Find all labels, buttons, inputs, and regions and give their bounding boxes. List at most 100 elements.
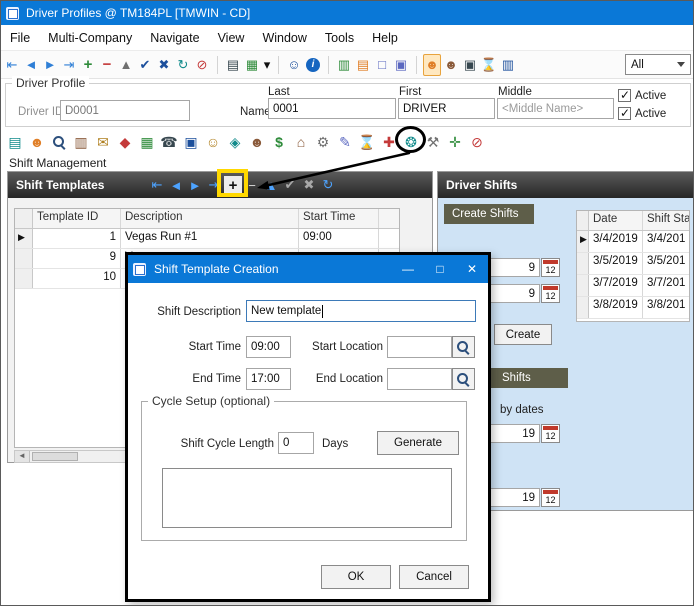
add-template-icon[interactable]: + [224, 176, 242, 194]
schedule-icon[interactable]: ▦ [137, 131, 157, 153]
phone-icon[interactable]: ☎ [159, 131, 179, 153]
menu-window[interactable]: Window [253, 25, 315, 51]
console-dropdown-icon[interactable]: ▾ [262, 54, 272, 76]
first-record-icon[interactable]: ⇤ [3, 54, 21, 76]
end-location-lookup-button[interactable] [452, 368, 475, 390]
cycle-length-field[interactable]: 0 [278, 432, 314, 454]
shift-description-field[interactable]: New template [246, 300, 476, 322]
shift-row[interactable]: 3/5/2019 3/5/201 [577, 253, 689, 275]
medical-icon[interactable]: ✚ [379, 131, 399, 153]
delete-template-icon[interactable]: − [243, 176, 261, 194]
minimize-icon[interactable]: — [392, 255, 424, 283]
by-dates-option[interactable]: by dates [500, 404, 543, 416]
payroll-icon[interactable]: $ [269, 131, 289, 153]
gem-icon[interactable]: ◈ [225, 131, 245, 153]
refresh-icon[interactable]: ↻ [319, 176, 337, 194]
next-record-icon[interactable]: ► [41, 54, 59, 76]
menu-tools[interactable]: Tools [316, 25, 363, 51]
users-icon[interactable]: ☻ [442, 54, 460, 76]
cycle-dates-listbox[interactable] [162, 468, 452, 528]
cascade-windows-icon[interactable]: ▣ [392, 54, 410, 76]
prev-record-icon[interactable]: ◄ [167, 176, 185, 194]
move-up-icon[interactable]: ▲ [117, 54, 135, 76]
first-record-icon[interactable]: ⇤ [148, 176, 166, 194]
shift-row[interactable]: 3/4/2019 3/4/201 [577, 231, 689, 253]
shift-template-icon[interactable]: ❂ [401, 131, 421, 153]
cancel-icon[interactable]: ✖ [300, 176, 318, 194]
start-location-lookup-button[interactable] [452, 336, 475, 358]
menu-view[interactable]: View [209, 25, 254, 51]
end-time-field[interactable]: 17:00 [246, 368, 291, 390]
menu-multi-company[interactable]: Multi-Company [39, 25, 141, 51]
cancel-icon[interactable]: ✖ [155, 54, 173, 76]
block-icon[interactable]: ⊘ [467, 131, 487, 153]
add-record-icon[interactable]: + [79, 54, 97, 76]
window-icon[interactable]: □ [373, 54, 391, 76]
end-location-field[interactable] [387, 368, 452, 390]
maximize-icon[interactable]: □ [424, 255, 456, 283]
active-checkbox-1[interactable] [618, 89, 631, 102]
book-icon[interactable]: ▥ [335, 54, 353, 76]
template-row[interactable]: 1 Vegas Run #1 09:00 [15, 229, 399, 249]
start-time-field[interactable]: 09:00 [246, 336, 291, 358]
info-icon[interactable]: i [304, 54, 322, 76]
driver-card-icon[interactable]: ☻ [27, 131, 47, 153]
gear-icon[interactable]: ⚙ [313, 131, 333, 153]
console-icon[interactable]: ▦ [243, 54, 261, 76]
rolodex-icon[interactable]: ▤ [5, 131, 25, 153]
scroll-left-icon[interactable] [15, 451, 30, 462]
next-record-icon[interactable]: ► [186, 176, 204, 194]
mail-icon[interactable]: ✉ [93, 131, 113, 153]
calendar-picker-button[interactable]: 12 [541, 488, 560, 507]
pencil-icon[interactable]: ✎ [335, 131, 355, 153]
last-record-icon[interactable]: ⇥ [60, 54, 78, 76]
driver-icon[interactable]: ☻ [423, 54, 441, 76]
calendar-picker-button[interactable]: 12 [541, 424, 560, 443]
team-icon[interactable]: ☻ [247, 131, 267, 153]
smiley-status-icon[interactable]: ☺ [203, 131, 223, 153]
create-button[interactable]: Create [494, 324, 552, 345]
worksheet-icon[interactable]: ▥ [71, 131, 91, 153]
filter-dropdown[interactable]: All [625, 54, 691, 75]
scrollbar-thumb[interactable] [32, 452, 78, 461]
last-record-icon[interactable]: ⇥ [205, 176, 223, 194]
prev-record-icon[interactable]: ◄ [22, 54, 40, 76]
home-icon[interactable]: ⌂ [291, 131, 311, 153]
menu-help[interactable]: Help [363, 25, 407, 51]
shift-row[interactable]: 3/7/2019 3/7/201 [577, 275, 689, 297]
close-icon[interactable]: ✕ [456, 255, 488, 283]
no-entry-icon[interactable]: ⊘ [193, 54, 211, 76]
save-disk-icon[interactable]: ▣ [181, 131, 201, 153]
generate-button[interactable]: Generate [377, 431, 459, 455]
ledger-icon[interactable]: ▥ [499, 54, 517, 76]
delete-record-icon[interactable]: − [98, 54, 116, 76]
menu-file[interactable]: File [1, 25, 39, 51]
add-item-icon[interactable]: ✛ [445, 131, 465, 153]
cancel-button[interactable]: Cancel [399, 565, 469, 589]
ok-button[interactable]: OK [321, 565, 391, 589]
driver-id-field[interactable]: D0001 [60, 100, 190, 121]
first-name-field[interactable]: DRIVER [398, 98, 495, 119]
shift-row[interactable]: 3/8/2019 3/8/201 [577, 297, 689, 319]
books-icon[interactable]: ▤ [354, 54, 372, 76]
smiley-icon[interactable]: ☺ [285, 54, 303, 76]
save-icon[interactable]: ✔ [136, 54, 154, 76]
save-icon[interactable]: ✔ [281, 176, 299, 194]
last-name-field[interactable]: 0001 [268, 98, 396, 119]
print-icon[interactable]: ▤ [224, 54, 242, 76]
refresh-icon[interactable]: ↻ [174, 54, 192, 76]
menu-navigate[interactable]: Navigate [141, 25, 208, 51]
middle-name-field[interactable]: <Middle Name> [497, 98, 614, 119]
calendar-picker-button[interactable]: 12 [541, 284, 560, 303]
start-location-field[interactable] [387, 336, 452, 358]
dispatch-icon[interactable]: ◆ [115, 131, 135, 153]
monitor-icon[interactable]: ▣ [461, 54, 479, 76]
row-marker [15, 269, 33, 288]
move-up-icon[interactable]: ▲ [262, 176, 280, 194]
active-checkbox-2[interactable] [618, 107, 631, 120]
calendar-picker-button[interactable]: 12 [541, 258, 560, 277]
hammer-icon[interactable]: ⚒ [423, 131, 443, 153]
search-icon[interactable] [49, 131, 69, 153]
hourglass-icon[interactable]: ⌛ [357, 131, 377, 153]
hourglass-icon[interactable]: ⌛ [480, 54, 498, 76]
